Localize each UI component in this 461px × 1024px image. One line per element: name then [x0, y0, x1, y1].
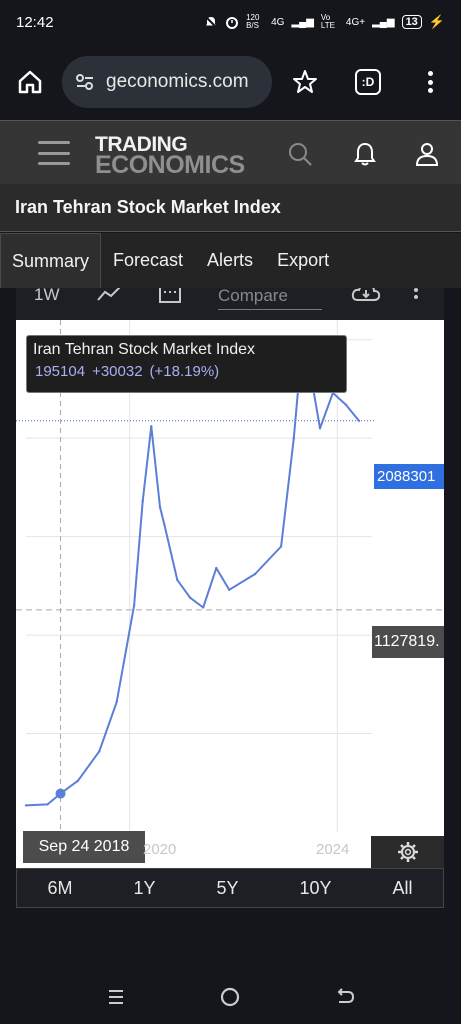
x-tick-2024: 2024: [316, 841, 350, 858]
compare-input[interactable]: Compare: [218, 288, 322, 310]
back-icon[interactable]: [334, 986, 356, 1008]
browser-menu-icon[interactable]: [420, 68, 440, 96]
browser-toolbar: geconomics.com :D: [0, 44, 461, 120]
series-point: [98, 750, 101, 753]
series-point: [292, 436, 296, 440]
range-all[interactable]: All: [384, 878, 420, 899]
tab-forecast[interactable]: Forecast: [101, 233, 195, 288]
net-speed: 120 B/S: [246, 13, 260, 30]
mute-icon: [204, 15, 218, 29]
tab-alerts[interactable]: Alerts: [195, 233, 265, 288]
series-point: [357, 419, 361, 422]
site-settings-icon[interactable]: [74, 71, 96, 93]
more-options-icon[interactable]: [414, 288, 418, 299]
calendar-icon[interactable]: [158, 288, 182, 304]
price-chart[interactable]: [16, 320, 444, 868]
menu-icon[interactable]: [38, 141, 70, 165]
series-point: [176, 578, 179, 582]
bookmark-star-icon[interactable]: [291, 68, 319, 96]
recent-apps-icon[interactable]: [105, 986, 127, 1008]
status-time: 12:42: [16, 13, 54, 31]
user-icon[interactable]: [414, 141, 440, 167]
series-point: [188, 596, 192, 599]
series-point: [201, 606, 205, 609]
range-1y[interactable]: 1Y: [125, 878, 163, 899]
series-point: [227, 588, 231, 591]
logo-line-2: ECONOMICS: [95, 151, 245, 179]
chart-settings-button[interactable]: [371, 836, 444, 868]
series-point: [318, 427, 322, 430]
chart-type-icon[interactable]: [96, 288, 122, 304]
address-bar[interactable]: geconomics.com: [62, 56, 272, 108]
site-logo[interactable]: TRADING ECONOMICS: [95, 134, 245, 179]
tooltip-series-name: Iran Tehran Stock Market Index: [33, 341, 256, 358]
status-bar: 12:42 120 B/S 4G ▂▄▆ Vo LTE 4G+ ▂▄▆ 13 ⚡: [0, 0, 461, 44]
series-point: [158, 505, 162, 509]
tooltip-change-pct: (+18.19%): [149, 363, 220, 380]
range-10y[interactable]: 10Y: [291, 878, 339, 899]
system-nav-bar: [0, 970, 461, 1024]
selected-point-marker: [55, 788, 66, 799]
series-point: [253, 572, 257, 576]
battery-icon: 13: [401, 15, 422, 29]
download-icon[interactable]: [350, 288, 382, 304]
signal-icon-2: ▂▄▆: [372, 16, 395, 28]
series-point: [141, 499, 144, 503]
signal-icon: ▂▄▆: [291, 16, 314, 28]
bell-icon[interactable]: [352, 141, 378, 167]
alarm-icon: [226, 17, 239, 29]
tooltip-values: 195104 +30032 (+18.19%): [33, 363, 340, 380]
signal-label-1: 4G: [271, 16, 285, 28]
status-icons: 120 B/S 4G ▂▄▆ Vo LTE 4G+ ▂▄▆ 13 ⚡: [204, 14, 445, 30]
series-point: [279, 545, 283, 548]
section-tabs: Summary Forecast Alerts Export: [0, 233, 461, 288]
url-text: geconomics.com: [106, 71, 249, 92]
site-header: TRADING ECONOMICS: [0, 120, 461, 184]
range-5y[interactable]: 5Y: [208, 878, 246, 899]
series-point: [344, 403, 348, 406]
range-6m[interactable]: 6M: [39, 878, 80, 899]
gear-icon: [397, 842, 418, 862]
reference-price-label: 1127819.: [372, 626, 444, 658]
home-nav-icon[interactable]: [219, 986, 241, 1008]
home-icon[interactable]: [16, 68, 44, 96]
series-point: [150, 425, 153, 428]
chart-toolbar: 1W Compare: [16, 288, 444, 320]
series-point: [46, 803, 49, 806]
interval-selector[interactable]: 1W: [34, 288, 60, 305]
series-point: [76, 779, 80, 782]
last-price-label: 2088301: [374, 464, 444, 489]
series-point: [132, 604, 136, 607]
tab-summary[interactable]: Summary: [0, 233, 102, 288]
page-title-bar: Iran Tehran Stock Market Index: [0, 184, 461, 232]
series-point: [24, 804, 28, 807]
range-selector: 6M 1Y 5Y 10Y All: [16, 868, 444, 908]
chart-tooltip: Iran Tehran Stock Market Index 195104 +3…: [26, 335, 347, 393]
tab-switcher-button[interactable]: :D: [355, 69, 381, 95]
signal-label-2: Vo LTE: [320, 13, 335, 30]
series-point: [215, 566, 218, 570]
series-point: [163, 523, 166, 526]
tab-export[interactable]: Export: [265, 233, 341, 288]
page-title: Iran Tehran Stock Market Index: [15, 197, 281, 217]
charging-icon: ⚡: [428, 14, 445, 29]
series-line: [25, 338, 360, 807]
tooltip-value: 195104: [35, 363, 86, 380]
search-icon[interactable]: [287, 141, 313, 167]
series-point: [115, 700, 118, 704]
tooltip-change: +30032: [92, 363, 143, 380]
x-tick-2020: 2020: [143, 841, 177, 858]
signal-label-3: 4G+: [345, 16, 366, 28]
chart-area[interactable]: Iran Tehran Stock Market Index 195104 +3…: [16, 320, 444, 868]
selected-date-label: Sep 24 2018: [23, 831, 145, 863]
